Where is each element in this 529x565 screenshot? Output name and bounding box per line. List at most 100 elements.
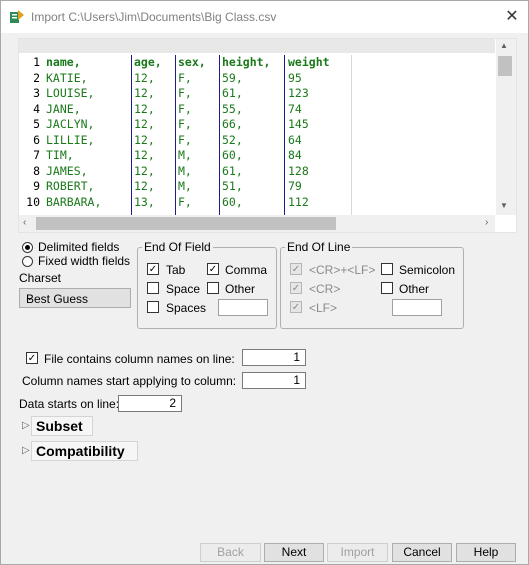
end-of-line-title: End Of Line — [285, 240, 353, 254]
preview-cell: age, — [134, 55, 162, 69]
line-number: 6 — [33, 132, 40, 147]
preview-cell: F, — [178, 132, 192, 147]
field-other-label: Other — [225, 282, 256, 296]
charset-select[interactable]: Best Guess ⌄ — [19, 288, 131, 308]
preview-column-name: name, KATIE, LOUISE, JANE, JACLYN, LILLI… — [46, 55, 101, 210]
line-other-checkbox[interactable] — [381, 282, 393, 294]
preview-horizontal-scrollbar[interactable]: ‹ › — [19, 215, 495, 232]
scroll-up-icon[interactable]: ▲ — [500, 41, 508, 50]
line-other-label: Other — [399, 282, 430, 296]
comma-checkbox[interactable]: ✓ — [207, 263, 219, 275]
delimited-fields-radio[interactable] — [22, 242, 33, 253]
preview-cell: F, — [178, 117, 192, 131]
preview-cell: height, — [222, 55, 271, 69]
scroll-down-icon[interactable]: ▼ — [500, 201, 508, 210]
column-names-line-input[interactable]: 1 — [242, 349, 306, 366]
end-of-field-title: End Of Field — [142, 240, 213, 254]
horizontal-scroll-thumb[interactable] — [36, 217, 336, 230]
line-number: 4 — [33, 101, 40, 116]
title-bar: Import C:\Users\Jim\Documents\Big Class.… — [1, 1, 528, 33]
tab-label: Tab — [166, 263, 186, 277]
fixed-width-fields-label: Fixed width fields — [38, 254, 131, 268]
preview-cell: 59, — [222, 70, 243, 85]
spaces-label: Spaces — [166, 301, 207, 315]
preview-cell: 12, — [134, 163, 155, 178]
preview-cell: 61, — [222, 163, 243, 178]
window-title: Import C:\Users\Jim\Documents\Big Class.… — [31, 10, 277, 24]
data-preview: 1 2 3 4 5 6 7 8 9 10 name, KATIE, LOUISE… — [18, 38, 517, 233]
cancel-button[interactable]: Cancel — [392, 543, 452, 562]
column-separator — [131, 55, 132, 215]
preview-cell: 112 — [288, 194, 309, 209]
import-dialog: Import C:\Users\Jim\Documents\Big Class.… — [0, 0, 529, 565]
field-other-checkbox[interactable] — [207, 282, 219, 294]
column-separator — [284, 55, 285, 215]
preview-column-age: age, 12, 12, 12, 12, 12, 12, 12, 12, 13, — [134, 55, 162, 210]
back-button[interactable]: Back — [200, 543, 261, 562]
preview-cell: JACLYN, — [46, 117, 95, 131]
import-app-icon — [10, 10, 24, 23]
lf-checkbox[interactable]: ✓ — [290, 301, 302, 313]
preview-cell: JANE, — [46, 101, 81, 116]
tab-checkbox[interactable]: ✓ — [147, 263, 159, 275]
preview-cell: 12, — [134, 179, 155, 193]
preview-column-weight: weight 95 123 74 145 64 84 128 79 112 — [288, 55, 330, 210]
help-button[interactable]: Help — [456, 543, 516, 562]
field-other-input[interactable] — [218, 299, 268, 316]
preview-cell: 66, — [222, 117, 243, 131]
spaces-checkbox[interactable] — [147, 301, 159, 313]
column-names-checkbox[interactable]: ✓ — [26, 352, 38, 364]
column-names-label: File contains column names on line: — [44, 352, 235, 366]
data-starts-input[interactable]: 2 — [118, 395, 182, 412]
next-button[interactable]: Next — [264, 543, 324, 562]
lf-label: <LF> — [309, 301, 338, 315]
preview-cell: 12, — [134, 132, 155, 147]
preview-vertical-scrollbar[interactable]: ▲ ▼ — [496, 39, 516, 215]
preview-cell: F, — [178, 194, 192, 209]
disclosure-icon[interactable]: ▷ — [22, 420, 30, 431]
preview-cell: 79 — [288, 179, 302, 193]
cr-checkbox[interactable]: ✓ — [290, 282, 302, 294]
preview-right-edge — [351, 55, 352, 215]
preview-cell: M, — [178, 179, 192, 193]
disclosure-icon[interactable]: ▷ — [22, 445, 30, 456]
preview-cell: 13, — [134, 194, 155, 209]
scroll-left-icon[interactable]: ‹ — [23, 217, 26, 228]
preview-column-height: height, 59, 61, 55, 66, 52, 60, 61, 51, … — [222, 55, 270, 210]
preview-cell: name, — [46, 55, 81, 69]
preview-cell: ROBERT, — [46, 179, 95, 193]
preview-cell: 60, — [222, 148, 243, 162]
subset-section[interactable]: Subset — [31, 416, 93, 436]
preview-cell: 74 — [288, 101, 302, 116]
preview-cell: 145 — [288, 117, 309, 131]
semicolon-checkbox[interactable] — [381, 263, 393, 275]
import-button[interactable]: Import — [327, 543, 388, 562]
line-number: 3 — [33, 86, 40, 100]
preview-cell: M, — [178, 163, 192, 178]
semicolon-label: Semicolon — [399, 263, 456, 277]
preview-cell: TIM, — [46, 148, 74, 162]
compatibility-section[interactable]: Compatibility — [31, 441, 138, 461]
fixed-width-fields-radio[interactable] — [22, 256, 33, 267]
line-number: 1 — [33, 55, 40, 69]
line-number: 7 — [33, 148, 40, 162]
line-number: 9 — [33, 179, 40, 193]
close-icon[interactable]: ✕ — [502, 7, 522, 27]
crlf-label: <CR>+<LF> — [309, 263, 376, 277]
line-number: 2 — [33, 70, 40, 85]
preview-cell: 52, — [222, 132, 243, 147]
preview-cell: F, — [178, 101, 192, 116]
start-column-input[interactable]: 1 — [242, 372, 306, 389]
crlf-checkbox[interactable]: ✓ — [290, 263, 302, 275]
data-starts-label: Data starts on line: — [19, 397, 120, 411]
line-numbers: 1 2 3 4 5 6 7 8 9 10 — [19, 55, 40, 210]
vertical-scroll-thumb[interactable] — [498, 56, 512, 76]
line-other-input[interactable] — [392, 299, 442, 316]
preview-cell: 123 — [288, 86, 309, 100]
space-checkbox[interactable] — [147, 282, 159, 294]
scroll-right-icon[interactable]: › — [485, 217, 488, 228]
preview-header-bar — [19, 39, 495, 53]
preview-cell: 12, — [134, 70, 155, 85]
preview-cell: sex, — [178, 55, 206, 69]
preview-cell: 12, — [134, 86, 155, 100]
